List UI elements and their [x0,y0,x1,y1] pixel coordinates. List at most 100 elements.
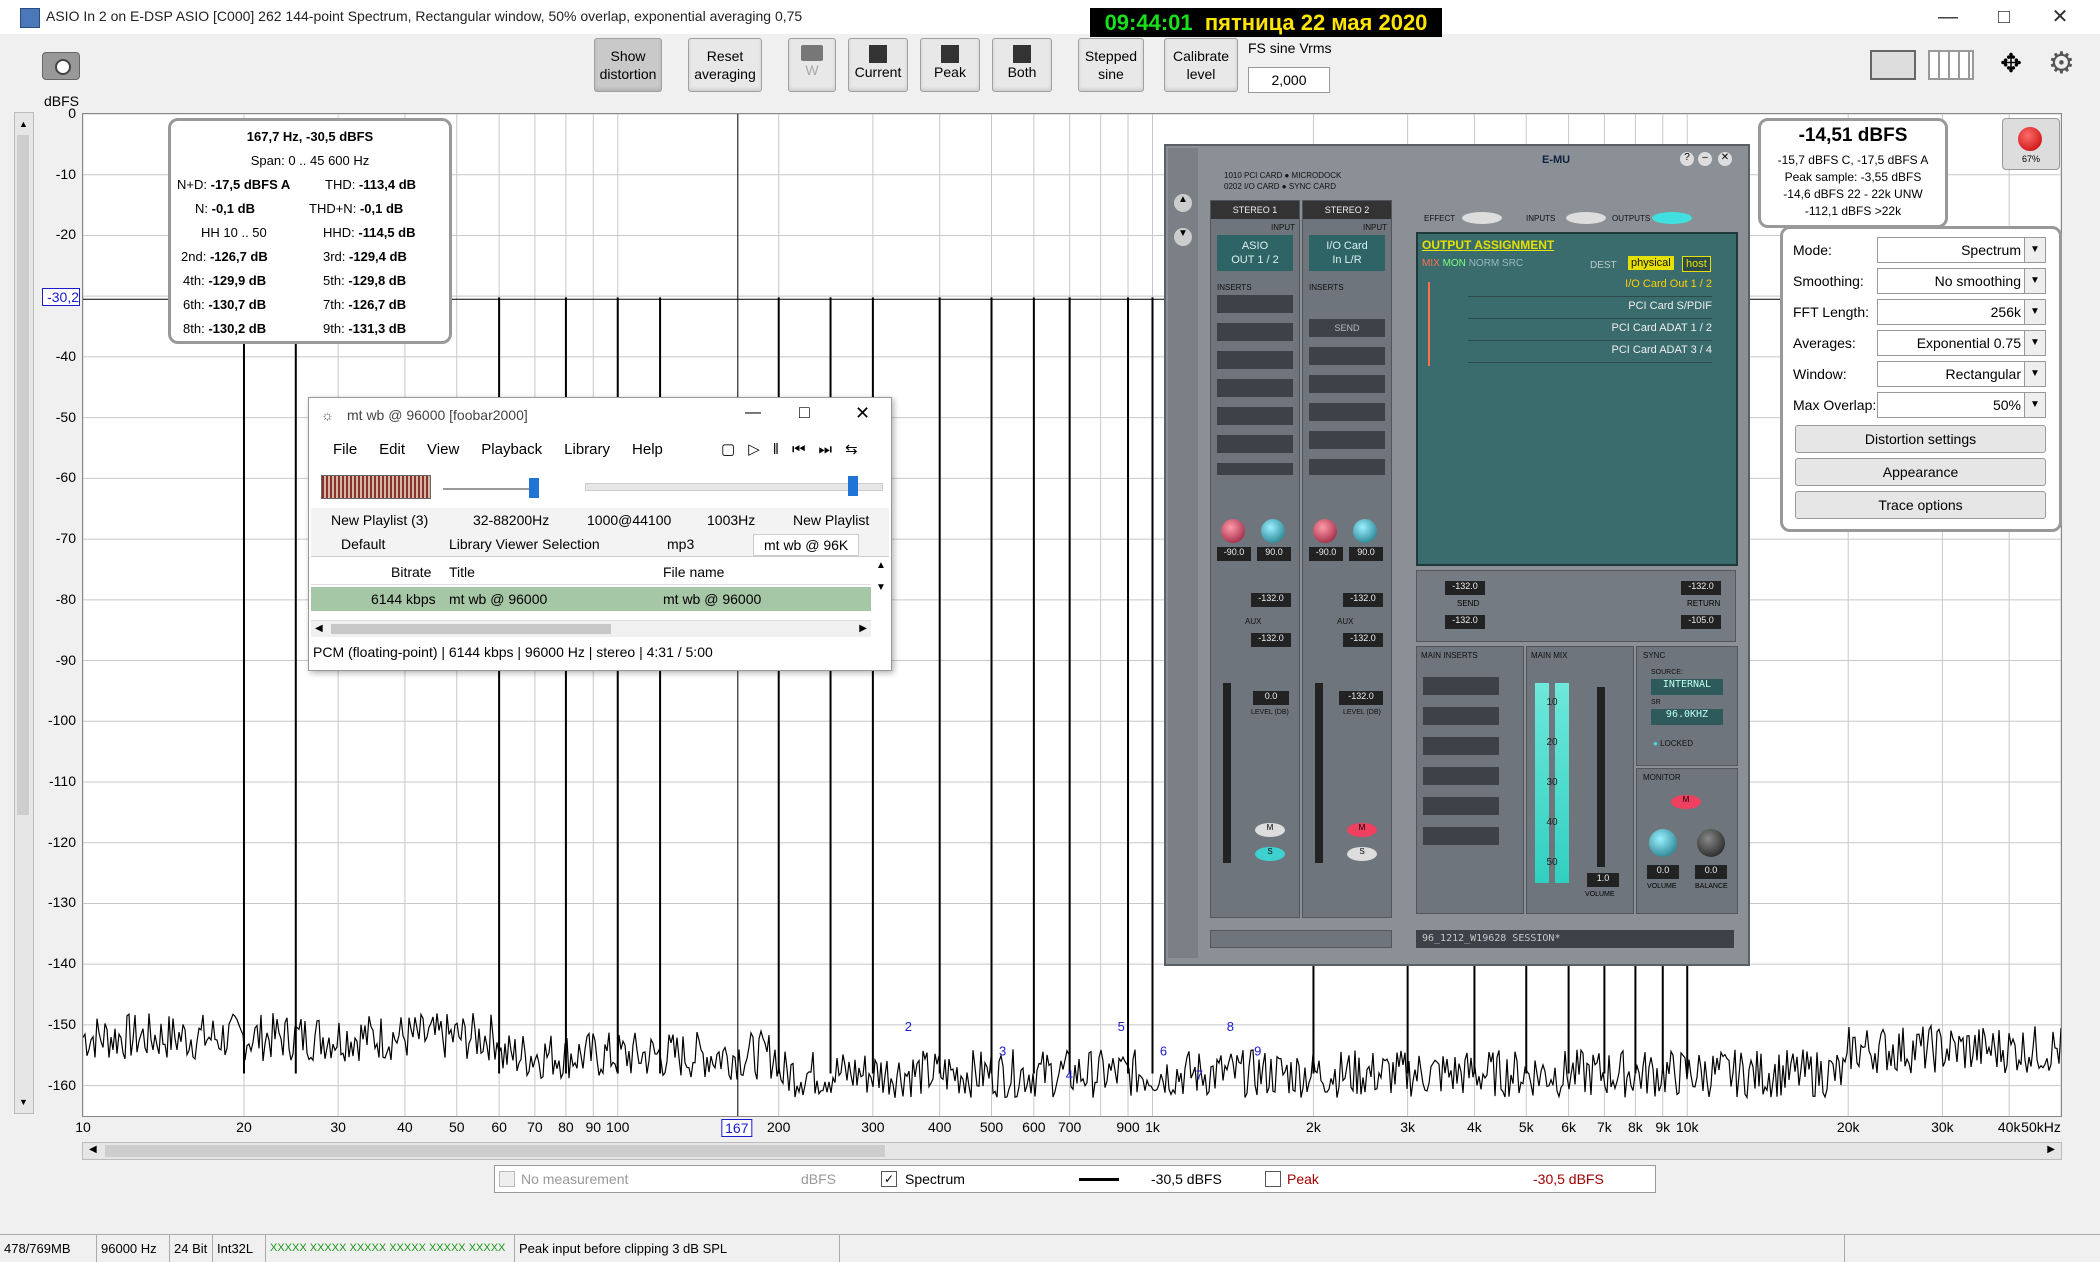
strip2-send-slot[interactable]: SEND [1309,319,1385,337]
play-icon[interactable]: ▷ [748,441,773,458]
menu-playback[interactable]: Playback [481,441,542,458]
strip1-aux2[interactable]: -132.0 [1251,633,1291,647]
calibrate-level-button[interactable]: Calibrate level [1164,38,1238,92]
fs-sine-input[interactable]: 2,000 [1248,67,1330,93]
fullscreen-arrows-icon[interactable]: ✥ [1990,48,2032,78]
knob-icon[interactable] [1353,519,1377,543]
window-select[interactable]: Rectangular ▼ [1877,361,2046,387]
mode-select[interactable]: Spectrum ▼ [1877,237,2046,263]
outputs-toggle[interactable] [1652,212,1692,224]
col-filename[interactable]: File name [663,564,724,580]
output-row[interactable]: PCI Card S/PDIF [1468,300,1712,319]
return-value[interactable]: -105.0 [1681,615,1721,629]
col-title[interactable]: Title [449,564,475,580]
playlist-tab[interactable]: Default [341,536,385,552]
output-row[interactable]: I/O Card Out 1 / 2 [1468,278,1712,297]
emu-close-button[interactable]: ✕ [1718,152,1732,166]
main-fader-track[interactable] [1597,687,1605,867]
strip2-aux1[interactable]: -132.0 [1343,593,1383,607]
col-bitrate[interactable]: Bitrate [391,564,431,580]
seek-bar[interactable] [585,476,883,496]
appearance-button[interactable]: Appearance [1795,458,2046,486]
sr-value[interactable]: 96.0KHZ [1651,709,1723,725]
stop-icon[interactable]: ▢ [721,441,748,458]
random-icon[interactable]: ⇆ [845,441,871,458]
emu-nav-up[interactable]: ▲ [1174,194,1192,212]
knob-icon[interactable] [1697,829,1725,857]
solo-button[interactable]: S [1347,847,1377,861]
strip2-source[interactable]: I/O Card In L/R [1309,235,1385,271]
output-row[interactable]: PCI Card ADAT 3 / 4 [1468,344,1712,363]
playlist-tab[interactable]: 32-88200Hz [473,512,549,528]
main-insert-slots[interactable] [1423,677,1499,857]
layout-icon[interactable] [1870,50,1916,80]
knob-icon[interactable] [1221,519,1245,543]
monitor-volume[interactable]: 0.0 [1647,865,1679,879]
volume-slider-handle[interactable] [529,478,539,498]
menu-library[interactable]: Library [564,441,610,458]
strip1-level[interactable]: 0.0 [1253,691,1289,705]
knob-icon[interactable] [1313,519,1337,543]
close-button[interactable]: ✕ [2040,4,2080,30]
strip1-insert-slots[interactable] [1217,295,1293,475]
distortion-settings-button[interactable]: Distortion settings [1795,425,2046,453]
inputs-toggle[interactable] [1566,212,1606,224]
foobar-window[interactable]: ☼ mt wb @ 96000 [foobar2000] — □ ✕ File E… [308,397,892,671]
averages-select[interactable]: Exponential 0.75 ▼ [1877,330,2046,356]
camera-icon[interactable] [42,52,80,80]
gear-icon[interactable]: ⚙ [2048,48,2080,80]
mute-button[interactable]: M [1255,823,1285,837]
host-tab[interactable]: host [1682,256,1711,272]
show-distortion-button[interactable]: Show distortion [594,38,662,92]
output-row[interactable]: PCI Card ADAT 1 / 2 [1468,322,1712,341]
monitor-mute-button[interactable]: M [1671,795,1701,809]
playlist-tab[interactable]: Library Viewer Selection [449,536,600,552]
emu-patchmix-window[interactable]: ▲ ▼ 1010 PCI CARD ● MICRODOCK 0202 I/O C… [1164,144,1750,966]
menu-help[interactable]: Help [632,441,663,458]
seek-bar-handle[interactable] [848,476,858,496]
playlist-tab[interactable]: 1003Hz [707,512,755,528]
send-value[interactable]: -132.0 [1445,581,1485,595]
next-icon[interactable]: ⏭ [818,441,845,458]
foobar-maximize-button[interactable]: □ [799,402,810,423]
columns-icon[interactable] [1928,50,1974,80]
strip2-pan-r[interactable]: 90.0 [1349,547,1383,561]
reset-averaging-button[interactable]: Reset averaging [688,38,762,92]
maximize-button[interactable]: □ [1984,4,2024,30]
overlap-select[interactable]: 50% ▼ [1877,392,2046,418]
horizontal-scroll-thumb[interactable] [105,1145,885,1157]
vertical-scrollbar[interactable]: ▲ ▼ [14,112,34,1114]
peak-checkbox[interactable] [1265,1171,1281,1187]
return-value[interactable]: -132.0 [1681,581,1721,595]
mute-button[interactable]: M [1347,823,1377,837]
volume-slider[interactable] [443,478,539,498]
strip1-pan-r[interactable]: 90.0 [1257,547,1291,561]
save-both-button[interactable]: Both [992,38,1052,92]
record-button[interactable]: 67% [2002,118,2060,170]
strip1-fader-track[interactable] [1223,683,1231,863]
strip1-source[interactable]: ASIO OUT 1 / 2 [1217,235,1293,271]
save-peak-button[interactable]: Peak [920,38,980,92]
strip2-pan-l[interactable]: -90.0 [1309,547,1343,561]
strip1-pan-l[interactable]: -90.0 [1217,547,1251,561]
emu-nav-down[interactable]: ▼ [1174,228,1192,246]
effect-toggle[interactable] [1462,212,1502,224]
emu-h-scrollbar[interactable] [1210,930,1392,948]
knob-icon[interactable] [1649,829,1677,857]
no-measurement-checkbox[interactable] [499,1171,515,1187]
emu-minimize-button[interactable]: – [1698,152,1712,166]
menu-edit[interactable]: Edit [379,441,405,458]
playlist-tab[interactable]: mp3 [667,536,694,552]
foobar-close-button[interactable]: ✕ [855,403,870,424]
help-icon[interactable]: ? [1680,152,1694,166]
playlist-tab[interactable]: New Playlist (3) [331,512,428,528]
trace-options-button[interactable]: Trace options [1795,491,2046,519]
playlist-h-scrollbar[interactable]: ◀ ▶ [311,620,871,637]
previous-icon[interactable]: ⏮ [792,441,819,458]
w-button[interactable]: W [788,38,836,92]
foobar-minimize-button[interactable]: — [745,404,761,422]
strip2-insert-slots[interactable] [1309,347,1385,475]
vertical-scroll-thumb[interactable] [17,135,29,815]
pause-icon[interactable]: ‖ [773,441,792,458]
save-current-button[interactable]: Current [848,38,908,92]
